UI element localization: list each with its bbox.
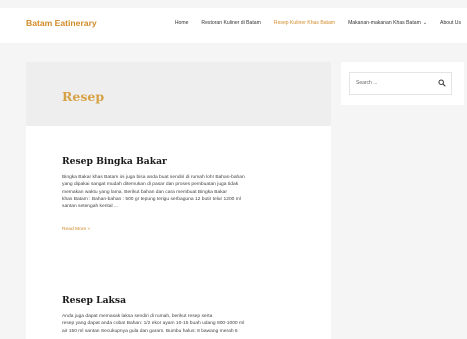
- page-title: Resep: [62, 89, 105, 104]
- nav-item-label: About Us: [440, 20, 461, 26]
- nav-item-about[interactable]: About Us: [440, 20, 461, 26]
- search-form: [349, 72, 452, 95]
- excerpt-line: resep yang dapat anda coba! Bahan: 1/2 e…: [62, 321, 245, 327]
- excerpt-line: santan setengah kental ...: [62, 204, 119, 210]
- excerpt-line: yang dipakai sangat mudah ditemukan di p…: [62, 182, 239, 188]
- post-title-bingka-bakar[interactable]: Resep Bingka Bakar: [62, 156, 167, 167]
- site-logo[interactable]: Batam Eatinerary: [26, 18, 97, 28]
- nav-item-label: Home: [174, 20, 189, 26]
- nav-item-home[interactable]: Home: [175, 20, 189, 26]
- site-header: Batam Eatinerary Home Restoran Kuliner d…: [0, 8, 467, 43]
- excerpt-line: air 150 ml santan Secukupnya gula dan ga…: [62, 328, 238, 334]
- post-excerpt: Anda juga dapat memasak laksa sendiri di…: [62, 313, 294, 335]
- nav-item-makanan[interactable]: Makanan-makanan Khas Batam ⌄: [348, 20, 427, 26]
- excerpt-line: khas Batam : Bahan-bahan : 500 gr tepung…: [62, 196, 241, 202]
- excerpt-line: memakan waktu yang lama. Berikut bahan d…: [62, 189, 228, 195]
- nav-item-restoran[interactable]: Restoran Kuliner di Batam: [201, 20, 260, 26]
- excerpt-line: Anda juga dapat memasak laksa sendiri di…: [62, 314, 213, 319]
- search-input[interactable]: [356, 78, 430, 88]
- post-excerpt: Bingka Bakar khas Batam ini juga bisa an…: [62, 174, 294, 210]
- main-navigation: Home Restoran Kuliner di Batam Resep Kul…: [175, 20, 461, 26]
- nav-item-label: Restoran Kuliner di Batam: [201, 20, 261, 26]
- chevron-down-icon: ⌄: [422, 20, 428, 26]
- post-title-laksa[interactable]: Resep Laksa: [62, 295, 126, 306]
- read-more-link[interactable]: Read More »: [62, 227, 90, 232]
- search-icon[interactable]: [438, 79, 446, 87]
- archive-header: Resep: [26, 62, 331, 126]
- sidebar-search-widget: [341, 62, 464, 105]
- content-card: Resep Resep Bingka Bakar Bingka Bakar kh…: [26, 62, 331, 339]
- nav-item-label: Makanan-makanan Khas Batam: [348, 20, 421, 26]
- nav-item-resep[interactable]: Resep Kuliner Khas Batam: [274, 20, 335, 26]
- excerpt-line: Bingka Bakar khas Batam ini juga bisa an…: [62, 175, 245, 180]
- nav-item-label: Resep Kuliner Khas Batam: [273, 20, 336, 26]
